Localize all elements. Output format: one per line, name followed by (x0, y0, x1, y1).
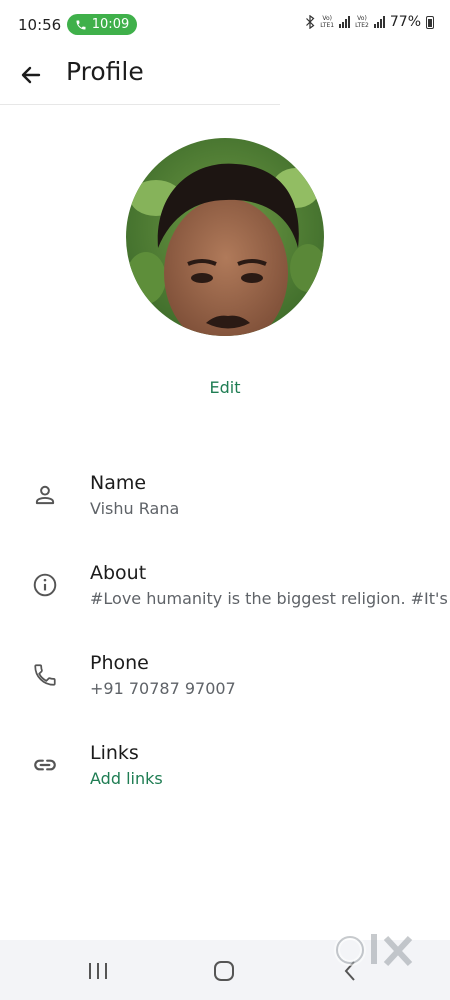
links-label: Links (90, 742, 139, 764)
about-row[interactable]: About #Love humanity is the biggest reli… (0, 562, 450, 632)
phone-icon (30, 660, 60, 690)
edit-photo-link[interactable]: Edit (0, 378, 450, 397)
name-row[interactable]: Name Vishu Rana (0, 472, 450, 542)
link-icon (30, 750, 60, 780)
about-value: #Love humanity is the biggest religion. … (90, 589, 450, 608)
status-icons: Vo) LTE1 Vo) LTE2 77% (305, 14, 434, 30)
recent-apps-button[interactable] (78, 956, 118, 986)
info-icon (30, 570, 60, 600)
recent-apps-icon (89, 963, 107, 979)
sim1-network: Vo) LTE1 (320, 15, 335, 29)
add-links-link[interactable]: Add links (90, 769, 163, 788)
sim2-network: Vo) LTE2 (355, 15, 369, 29)
person-icon (30, 480, 60, 510)
name-value: Vishu Rana (90, 499, 180, 518)
status-bar: 10:56 10:09 Vo) LTE1 Vo) LTE2 77% (0, 0, 450, 50)
page-title: Profile (66, 57, 144, 86)
app-bar: Profile (0, 50, 450, 106)
status-time: 10:56 (18, 16, 62, 34)
home-button[interactable] (204, 956, 244, 986)
back-button[interactable] (14, 58, 48, 92)
call-timer: 10:09 (91, 17, 130, 32)
sim1-signal-icon (339, 16, 351, 28)
phone-icon (76, 20, 86, 29)
phone-value: +91 70787 97007 (90, 679, 236, 698)
profile-photo[interactable] (126, 138, 324, 336)
arrow-left-icon (21, 66, 41, 84)
sim2-signal-icon (373, 16, 385, 28)
name-label: Name (90, 472, 147, 494)
phone-row[interactable]: Phone +91 70787 97007 (0, 652, 450, 722)
battery-icon (426, 15, 434, 29)
olx-watermark (332, 930, 418, 976)
about-label: About (90, 562, 147, 584)
app-bar-divider (0, 104, 280, 105)
ongoing-call-pill[interactable]: 10:09 (67, 14, 137, 35)
battery-percent: 77% (389, 14, 421, 30)
phone-label: Phone (90, 652, 149, 674)
home-icon (214, 961, 234, 981)
links-row[interactable]: Links Add links (0, 742, 450, 812)
bluetooth-icon (306, 15, 315, 29)
